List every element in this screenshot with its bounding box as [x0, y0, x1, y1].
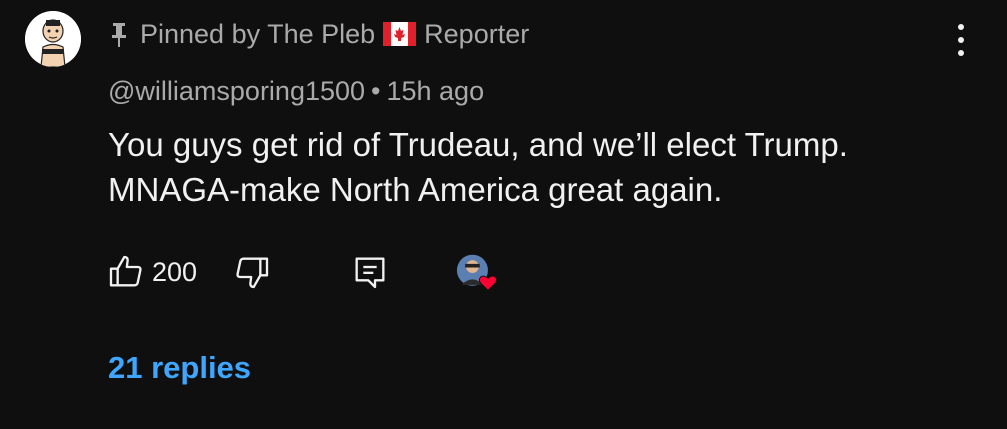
separator-dot: • — [371, 76, 381, 106]
pinned-by-suffix: Reporter — [424, 18, 530, 49]
pinned-by-label: Pinned by The Pleb — [140, 18, 376, 49]
more-options-button[interactable] — [951, 24, 971, 56]
comment-time[interactable]: 15h ago — [386, 76, 484, 107]
like-count: 200 — [152, 256, 198, 287]
canada-flag-icon — [383, 22, 417, 46]
commenter-avatar[interactable] — [25, 11, 81, 67]
pinned-header: Pinned by The Pleb Reporter — [110, 14, 529, 54]
dislike-button[interactable] — [232, 250, 272, 294]
author-row: @williamsporing1500 • 15h ago — [108, 76, 484, 107]
comment-body: You guys get rid of Trudeau, and we’ll e… — [108, 122, 968, 212]
comment-line-2: MNAGA-make North America great again. — [108, 171, 723, 208]
view-replies-button[interactable]: 21 replies — [108, 350, 251, 386]
heart-icon — [478, 275, 497, 291]
reply-icon — [355, 257, 385, 289]
author-handle[interactable]: @williamsporing1500 — [108, 76, 365, 107]
thumbs-up-icon — [109, 255, 142, 287]
pin-icon — [112, 23, 126, 47]
more-vertical-icon — [958, 24, 964, 30]
like-button[interactable]: 200 — [106, 250, 197, 294]
reply-button[interactable] — [350, 250, 390, 294]
thumbs-down-icon — [236, 257, 269, 289]
creator-heart-badge — [456, 252, 498, 294]
comment-line-1: You guys get rid of Trudeau, and we’ll e… — [108, 126, 848, 163]
